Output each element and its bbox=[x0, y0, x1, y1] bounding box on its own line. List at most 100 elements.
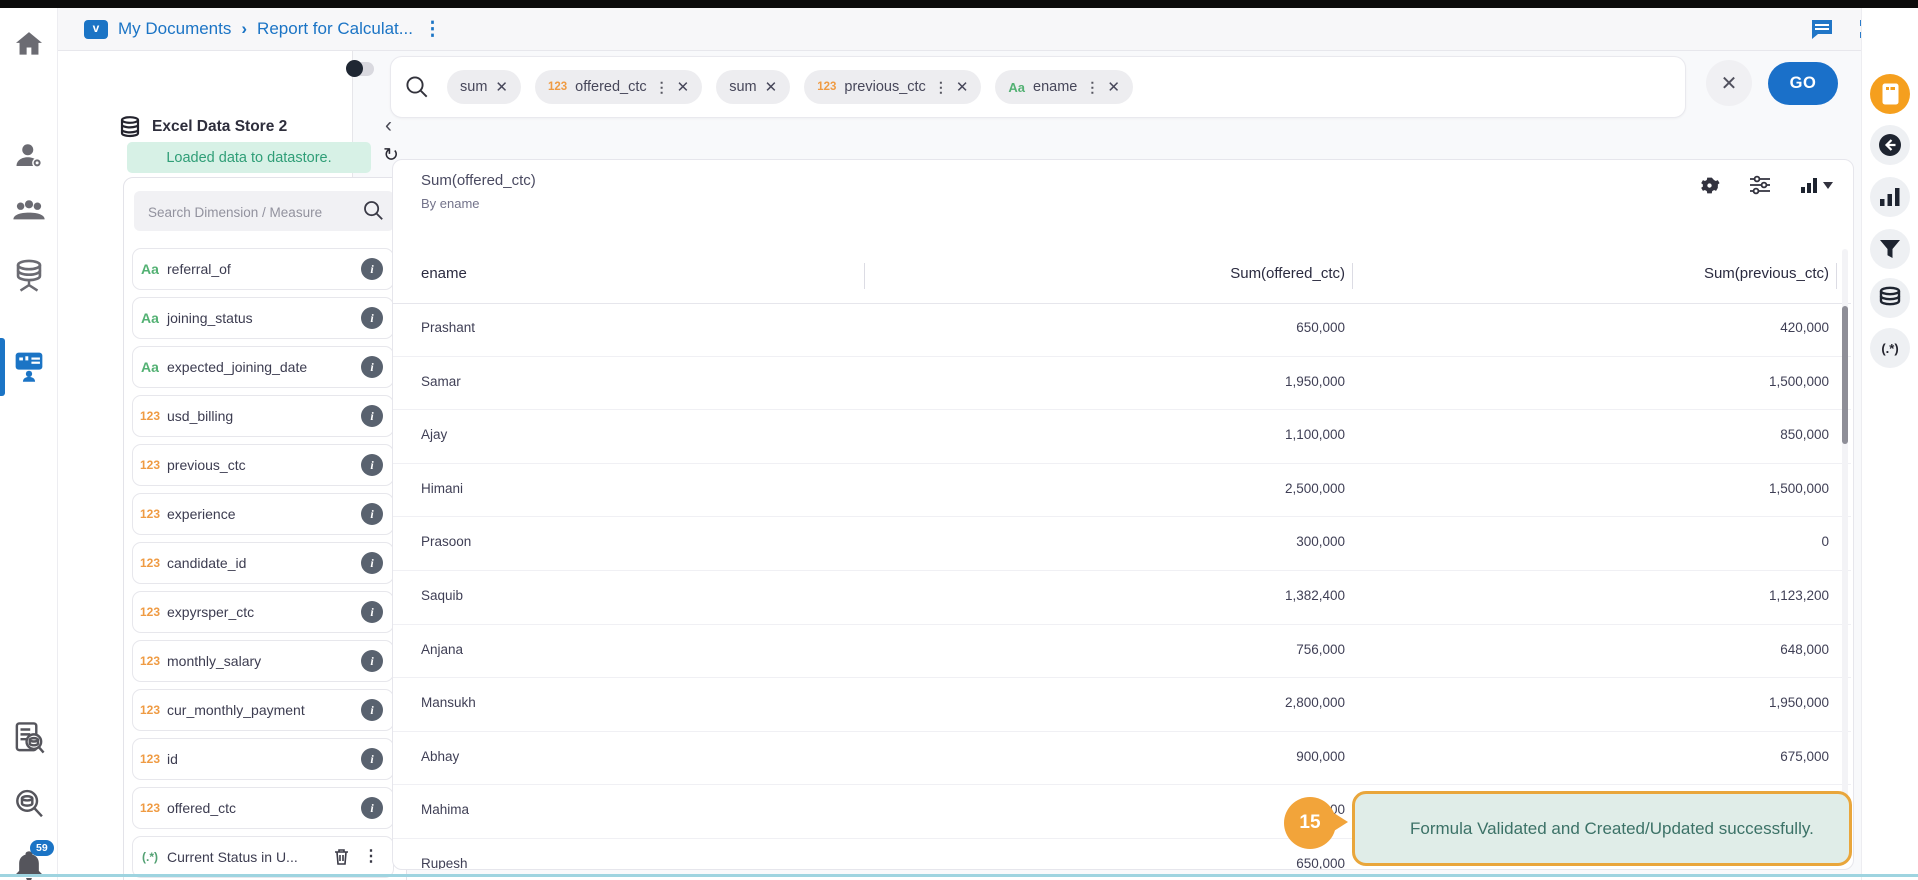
field-item[interactable]: 123 usd_billing i bbox=[132, 395, 394, 437]
info-icon[interactable]: i bbox=[361, 503, 383, 525]
query-chip[interactable]: 123 offered_ctc ⋮ ✕ bbox=[534, 70, 703, 104]
info-icon[interactable]: i bbox=[361, 356, 383, 378]
cell-sum-offered: 1,100,000 bbox=[1284, 427, 1345, 443]
cell-sum-previous: 1,500,000 bbox=[1768, 480, 1829, 496]
cell-ename: Prashant bbox=[421, 320, 476, 335]
cell-ename: Himani bbox=[421, 480, 464, 496]
chip-remove-icon[interactable]: ✕ bbox=[495, 78, 508, 96]
chip-remove-icon[interactable]: ✕ bbox=[765, 78, 778, 96]
field-label: id bbox=[167, 751, 178, 767]
field-item[interactable]: 123 expyrsper_ctc i bbox=[132, 591, 394, 633]
field-type-icon: 123 bbox=[139, 458, 161, 472]
column-divider[interactable] bbox=[864, 263, 865, 289]
field-item[interactable]: Aa referral_of i bbox=[132, 248, 394, 290]
go-button[interactable]: GO bbox=[1768, 62, 1838, 105]
team-icon[interactable] bbox=[12, 199, 46, 223]
chip-type-icon: Aa bbox=[1008, 79, 1026, 95]
info-icon[interactable]: i bbox=[361, 650, 383, 672]
table-row: Samar 1,950,000 1,500,000 bbox=[393, 357, 1851, 411]
query-chip[interactable]: Aa ename ⋮ ✕ bbox=[995, 70, 1133, 104]
field-item[interactable]: 123 candidate_id i bbox=[132, 542, 394, 584]
info-icon[interactable]: i bbox=[361, 552, 383, 574]
chart-icon[interactable] bbox=[1870, 177, 1910, 217]
settings-gear-icon[interactable] bbox=[1699, 175, 1720, 196]
info-icon[interactable]: i bbox=[361, 748, 383, 770]
chip-remove-icon[interactable]: ✕ bbox=[677, 78, 690, 96]
query-chip[interactable]: sum ✕ bbox=[447, 70, 521, 104]
cell-ename: Abhay bbox=[421, 748, 460, 764]
info-icon[interactable]: i bbox=[361, 258, 383, 280]
display-settings-icon[interactable] bbox=[1748, 174, 1772, 196]
folder-icon[interactable]: v bbox=[84, 19, 108, 39]
column-divider[interactable] bbox=[1352, 263, 1353, 289]
field-item[interactable]: 123 experience i bbox=[132, 493, 394, 535]
field-item[interactable]: (.*) Current Status in U... ⋮ bbox=[132, 836, 394, 878]
audit-log-icon[interactable] bbox=[13, 721, 45, 755]
cell-sum-previous: 1,123,200 bbox=[1768, 587, 1829, 603]
notification-count-badge: 59 bbox=[30, 840, 54, 856]
breadcrumb-report-name[interactable]: Report for Calculat... bbox=[257, 19, 413, 39]
regex-formula-icon[interactable]: (.*) bbox=[1870, 328, 1910, 368]
delete-icon[interactable] bbox=[334, 848, 349, 865]
cell-sum-offered: 650,000 bbox=[1296, 855, 1345, 869]
query-bar[interactable]: sum ✕ 123 offered_ctc ⋮ ✕ sum ✕ 123 previous_ctc ⋮… bbox=[390, 56, 1686, 118]
field-label: joining_status bbox=[167, 310, 253, 326]
info-icon[interactable]: i bbox=[361, 797, 383, 819]
report-builder-icon[interactable] bbox=[12, 349, 46, 383]
table-scrollbar-thumb[interactable] bbox=[1842, 306, 1848, 444]
query-chip[interactable]: 123 previous_ctc ⋮ ✕ bbox=[804, 70, 982, 104]
query-toggle[interactable] bbox=[346, 60, 374, 77]
info-icon[interactable]: i bbox=[361, 454, 383, 476]
sidebar-collapse-icon[interactable]: ‹ bbox=[385, 114, 392, 138]
field-type-icon: (.*) bbox=[142, 850, 158, 864]
field-search-box bbox=[134, 191, 394, 233]
column-divider[interactable] bbox=[1836, 263, 1837, 289]
field-item[interactable]: 123 monthly_salary i bbox=[132, 640, 394, 682]
column-header-ename[interactable]: ename bbox=[421, 265, 467, 282]
info-icon[interactable]: i bbox=[361, 699, 383, 721]
datastore-icon[interactable] bbox=[13, 259, 45, 293]
chip-remove-icon[interactable]: ✕ bbox=[1107, 78, 1120, 96]
info-icon[interactable]: i bbox=[361, 307, 383, 329]
info-icon[interactable]: i bbox=[361, 601, 383, 623]
field-item[interactable]: 123 offered_ctc i bbox=[132, 787, 394, 829]
home-icon[interactable] bbox=[14, 31, 44, 57]
chevron-down-icon bbox=[1823, 181, 1833, 189]
notes-card-icon[interactable] bbox=[1870, 74, 1910, 114]
field-menu-icon[interactable]: ⋮ bbox=[363, 846, 379, 866]
cell-sum-offered: 900,000 bbox=[1296, 748, 1345, 764]
chip-menu-icon[interactable]: ⋮ bbox=[934, 79, 948, 96]
clear-query-button[interactable]: ✕ bbox=[1706, 60, 1752, 106]
filter-icon[interactable] bbox=[1870, 229, 1910, 269]
data-search-icon[interactable] bbox=[13, 788, 45, 820]
column-header-sum-previous[interactable]: Sum(previous_ctc) bbox=[1704, 265, 1829, 282]
chat-icon[interactable] bbox=[1810, 19, 1834, 40]
cell-sum-previous: 1,500,000 bbox=[1768, 373, 1829, 389]
query-search-icon bbox=[405, 75, 429, 99]
chip-menu-icon[interactable]: ⋮ bbox=[1085, 79, 1099, 96]
field-item[interactable]: 123 id i bbox=[132, 738, 394, 780]
field-item[interactable]: Aa joining_status i bbox=[132, 297, 394, 339]
back-icon[interactable] bbox=[1870, 125, 1910, 165]
user-settings-icon[interactable] bbox=[14, 141, 44, 171]
field-type-icon: Aa bbox=[141, 310, 159, 326]
chip-menu-icon[interactable]: ⋮ bbox=[655, 79, 669, 96]
breadcrumb-my-documents[interactable]: My Documents bbox=[118, 19, 231, 39]
field-item[interactable]: Aa expected_joining_date i bbox=[132, 346, 394, 388]
field-type-icon: 123 bbox=[139, 703, 161, 717]
field-search-input[interactable] bbox=[146, 191, 350, 233]
query-chip[interactable]: sum ✕ bbox=[716, 70, 791, 104]
chip-label: ename bbox=[1033, 79, 1078, 95]
chip-remove-icon[interactable]: ✕ bbox=[956, 78, 969, 96]
chart-type-dropdown[interactable] bbox=[1800, 177, 1833, 194]
table-row: Prasoon 300,000 0 bbox=[393, 517, 1851, 571]
info-icon[interactable]: i bbox=[361, 405, 383, 427]
active-nav-indicator bbox=[0, 338, 5, 396]
column-header-sum-offered[interactable]: Sum(offered_ctc) bbox=[1230, 265, 1345, 282]
breadcrumb-menu-icon[interactable]: ⋮ bbox=[423, 18, 443, 41]
field-item[interactable]: 123 previous_ctc i bbox=[132, 444, 394, 486]
field-item[interactable]: 123 cur_monthly_payment i bbox=[132, 689, 394, 731]
table-row: Prashant 650,000 420,000 bbox=[393, 303, 1851, 357]
database-icon[interactable] bbox=[1870, 278, 1910, 318]
search-icon[interactable] bbox=[363, 200, 384, 221]
